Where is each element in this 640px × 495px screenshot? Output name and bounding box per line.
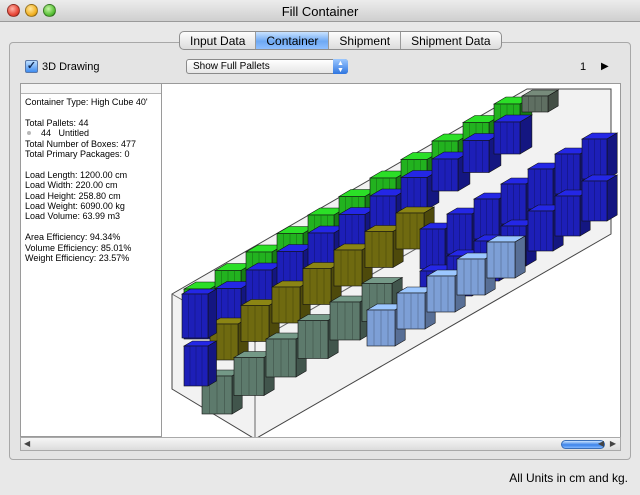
- horizontal-scrollbar[interactable]: ◀ ◀ ▶: [20, 437, 621, 451]
- load-volume: Load Volume: 63.99 m3: [25, 211, 121, 222]
- container-3d-view[interactable]: [162, 83, 621, 438]
- pallet-display-select[interactable]: Show Full Pallets ▲ ▼: [186, 59, 348, 74]
- scroll-left-end-icon[interactable]: ◀: [598, 439, 604, 448]
- tab-bar: Input Data Container Shipment Shipment D…: [179, 31, 502, 50]
- item-count: 44: [41, 128, 52, 139]
- load-width: Load Width: 220.00 cm: [25, 180, 118, 191]
- 3d-drawing-label: 3D Drawing: [42, 61, 100, 73]
- 3d-drawing-checkbox[interactable]: ✓: [25, 60, 38, 73]
- total-primary-packages: Total Primary Packages: 0: [25, 149, 130, 160]
- units-status: All Units in cm and kg.: [509, 471, 628, 485]
- pallet-right-low-6-side: [606, 174, 618, 222]
- item-row: 44 Untitled: [25, 128, 157, 138]
- summary-header: [21, 84, 161, 94]
- load-length: Load Length: 1200.00 cm: [25, 169, 128, 180]
- pallet-display-value: Show Full Pallets: [193, 61, 270, 72]
- total-boxes: Total Number of Boxes: 477: [25, 138, 137, 149]
- pallet-back-low-10-side: [519, 114, 533, 155]
- next-page-icon[interactable]: ▶: [601, 61, 609, 72]
- tab-container[interactable]: Container: [256, 32, 330, 49]
- container-3d-drawing: [171, 88, 619, 438]
- pallet-left-top-side: [207, 288, 217, 339]
- page-number: 1: [580, 61, 587, 73]
- title-bar: Fill Container: [0, 0, 640, 22]
- pallet-right-6-side: [606, 132, 618, 180]
- weight-efficiency: Weight Efficiency: 23.57%: [25, 253, 130, 264]
- load-summary-panel: Container Type: High Cube 40' Total Pall…: [20, 83, 162, 437]
- select-arrows-icon: ▲ ▼: [333, 59, 348, 74]
- tab-shipment[interactable]: Shipment: [329, 32, 402, 49]
- container-type: Container Type: High Cube 40': [25, 97, 148, 107]
- item-name: Untitled: [58, 128, 90, 139]
- window-title: Fill Container: [281, 4, 359, 19]
- load-weight: Load Weight: 6090.00 kg: [25, 201, 125, 212]
- scroll-left-icon[interactable]: ◀: [24, 439, 30, 448]
- volume-efficiency: Volume Efficiency: 85.01%: [25, 242, 132, 253]
- total-pallets: Total Pallets: 44: [25, 117, 89, 128]
- item-bullet-icon: [27, 131, 31, 136]
- tab-input-data[interactable]: Input Data: [180, 32, 257, 49]
- area-efficiency: Area Efficiency: 94.34%: [25, 232, 121, 243]
- pallet-front-right-4-side: [514, 235, 526, 279]
- pallet-left-low-side: [207, 340, 217, 387]
- load-height: Load Height: 258.80 cm: [25, 190, 121, 201]
- tab-shipment-data[interactable]: Shipment Data: [401, 32, 500, 49]
- scroll-right-icon[interactable]: ▶: [610, 439, 616, 448]
